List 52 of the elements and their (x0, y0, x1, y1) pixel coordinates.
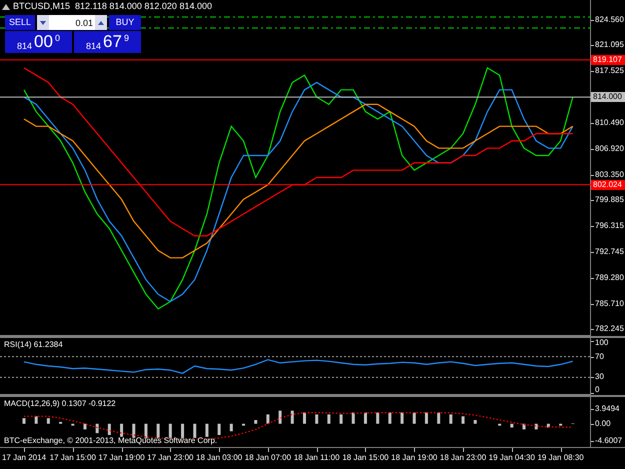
time-label: 19 Jan 04:30 (488, 453, 535, 463)
axis-label: 796.315 (595, 221, 624, 232)
axis-label: 785.710 (595, 298, 624, 309)
time-label: 17 Jan 19:00 (98, 453, 145, 463)
down-triangle-icon (40, 20, 46, 24)
price-digits: 00 (34, 33, 53, 51)
price-prefix: 814 (86, 41, 102, 51)
axis-label: 821.095 (595, 40, 624, 50)
sell-button[interactable]: SELL (5, 15, 35, 30)
axis-label: 3.9494 (595, 404, 620, 414)
axis-label: 824.560 (595, 15, 624, 25)
time-label: 18 Jan 23:00 (440, 453, 486, 463)
axis-label: 0.00 (595, 418, 611, 429)
time-label: 18 Jan 07:00 (244, 453, 292, 463)
axis-label: 806.920 (595, 144, 624, 154)
time-label: 18 Jan 03:00 (196, 453, 242, 463)
axis-label: 792.745 (595, 247, 624, 258)
axis-label: 782.245 (595, 324, 624, 334)
chart-title: BTCUSD,M15 812.118 814.000 812.020 814.000 (13, 1, 212, 12)
decrease-button[interactable] (37, 15, 49, 30)
price-fraction: 0 (54, 33, 60, 43)
price-prefix: 814 (17, 41, 32, 51)
price-digits: 67 (103, 33, 122, 51)
axis-label: 789.280 (595, 272, 624, 283)
indicator-label: RSI(14) 61.2384 (4, 340, 63, 350)
time-label: 17 Jan 23:00 (147, 453, 194, 463)
price-tag: 814.000 (591, 92, 625, 102)
buy-button[interactable]: BUY (109, 15, 141, 30)
price-tag: 802.024 (591, 180, 625, 190)
triangle-icon[interactable] (2, 2, 10, 10)
time-label: 18 Jan 11:00 (294, 453, 340, 463)
time-label: 19 Jan 08:30 (537, 453, 584, 463)
axis-label: 70 (595, 352, 604, 362)
axis-label: 803.350 (595, 170, 624, 180)
time-label: 17 Jan 2014 (2, 453, 46, 463)
price-fraction: 9 (124, 33, 129, 43)
copyright-text: BTC-eExchange, © 2001-2013, MetaQuotes Software Corp. (4, 436, 218, 446)
axis-label: 810.490 (595, 118, 624, 128)
axis-label: 799.885 (595, 195, 624, 206)
axis-label: -4.6007 (595, 436, 622, 446)
increase-button[interactable] (95, 15, 107, 30)
price-tag: 819.107 (591, 54, 625, 65)
up-triangle-icon (98, 20, 104, 24)
time-label: 18 Jan 19:00 (391, 453, 438, 463)
time-label: 17 Jan 15:00 (50, 453, 96, 463)
axis-label: 30 (595, 372, 604, 382)
axis-label: 817.525 (595, 66, 624, 76)
indicator-label: MACD(12,26,9) 0.1307 -0.9122 (4, 399, 116, 409)
axis-label: 100 (595, 338, 608, 348)
axis-label: 0 (595, 385, 600, 395)
time-label: 18 Jan 15:00 (342, 453, 389, 463)
lot-size-field[interactable]: 0.01 (49, 15, 95, 30)
